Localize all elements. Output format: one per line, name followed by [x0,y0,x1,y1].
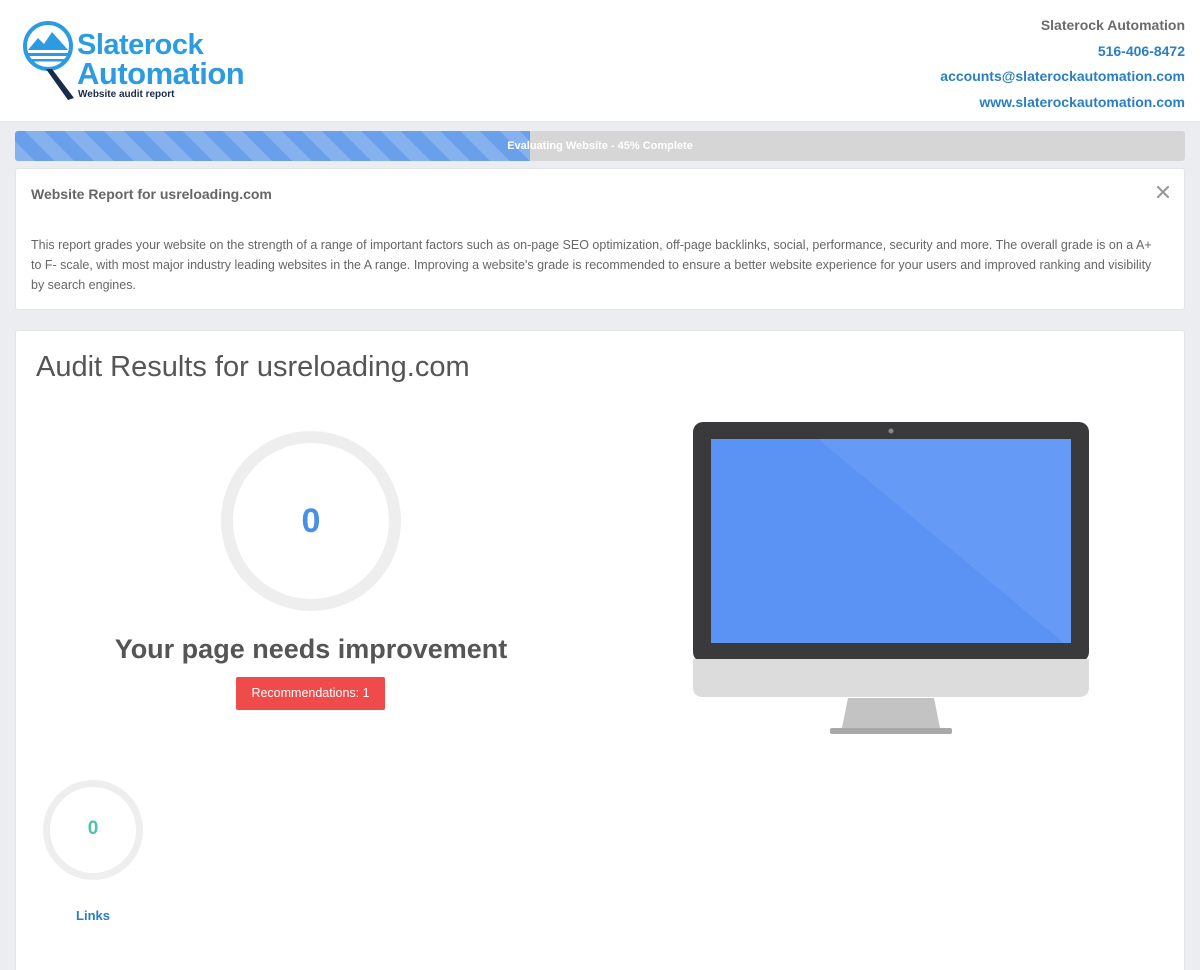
report-intro-panel: Website Report for usreloading.com This … [15,168,1185,310]
overall-score: 0 [301,502,321,540]
progress-label: Evaluating Website - 45% Complete [507,140,693,152]
intro-description: This report grades your website on the s… [31,238,1152,292]
contact-block: Slaterock Automation 516-406-8472 accoun… [940,13,1185,115]
magnifier-mountain-icon [23,21,74,100]
links-label[interactable]: Links [43,908,143,923]
phone-link[interactable]: 516-406-8472 [940,39,1185,65]
score-verdict: Your page needs improvement [114,634,508,664]
desktop-monitor-icon [693,422,1089,734]
company-name: Slaterock Automation [1040,17,1185,33]
audit-results-panel: Audit Results for usreloading.com 0 Your… [15,330,1185,970]
email-link[interactable]: accounts@slaterockautomation.com [940,64,1185,90]
logo-text-line2: Automation [77,56,245,91]
audit-results-title: Audit Results for usreloading.com [36,351,470,383]
logo-tagline: Website audit report [78,89,175,100]
links-count: 0 [87,818,99,839]
close-button[interactable] [1154,183,1172,201]
website-link[interactable]: www.slaterockautomation.com [940,90,1185,116]
company-logo[interactable]: Slaterock Automation Website audit repor… [22,20,262,104]
recommendations-button[interactable]: Recommendations: 1 [236,677,385,710]
close-icon [1156,185,1170,199]
page-header: Slaterock Automation Website audit repor… [0,0,1200,122]
intro-title: Website Report for usreloading.com [31,186,272,202]
